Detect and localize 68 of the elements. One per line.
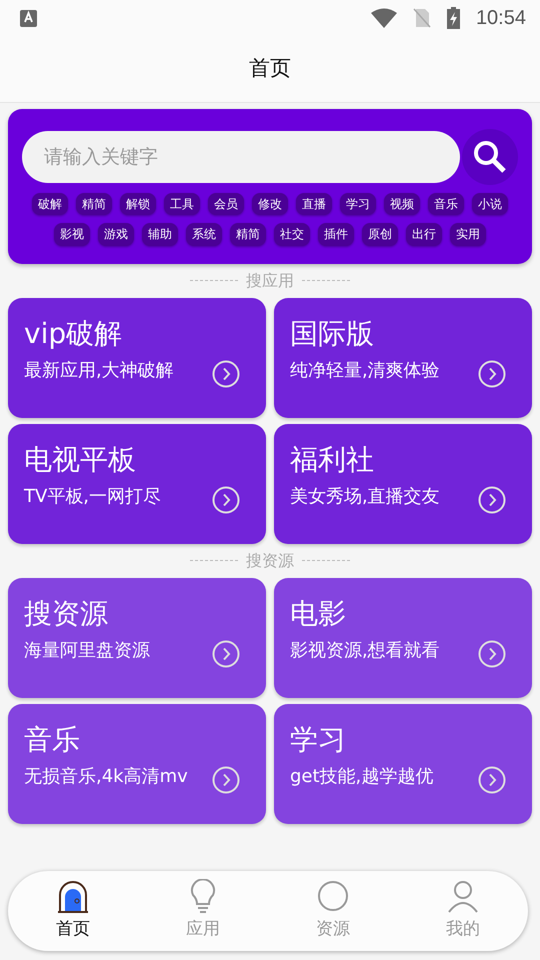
tag-chip[interactable]: 音乐 [428, 193, 464, 216]
tag-chip[interactable]: 社交 [274, 223, 310, 246]
card-title: 搜资源 [24, 596, 109, 632]
search-icon [473, 140, 507, 174]
chevron-circle-icon [212, 766, 240, 794]
chevron-circle-icon [478, 360, 506, 388]
card-subtitle: 纯净轻量,清爽体验 [290, 360, 441, 382]
tag-chip[interactable]: 辅助 [142, 223, 178, 246]
chevron-circle-icon [478, 486, 506, 514]
card-title: 学习 [290, 722, 347, 758]
card-subtitle: get技能,越学越优 [290, 766, 434, 788]
door-icon [56, 879, 90, 913]
section-heading: 搜应用 [246, 270, 294, 292]
chevron-circle-icon [212, 640, 240, 668]
card-subtitle: 最新应用,大神破解 [24, 360, 175, 382]
card-title: 音乐 [24, 722, 81, 758]
nav-tab[interactable]: 首页 [8, 871, 138, 951]
section-heading: 搜资源 [246, 550, 294, 572]
card-subtitle: TV平板,一网打尽 [24, 486, 162, 508]
card-subtitle: 无损音乐,4k高清mv [24, 766, 189, 788]
tag-chip[interactable]: 影视 [54, 223, 90, 246]
tag-chip[interactable]: 破解 [32, 193, 68, 216]
tag-chip[interactable]: 直播 [296, 193, 332, 216]
card-subtitle: 海量阿里盘资源 [24, 640, 151, 662]
category-card[interactable]: 福利社 美女秀场,直播交友 [274, 424, 532, 544]
category-card[interactable]: 国际版 纯净轻量,清爽体验 [274, 298, 532, 418]
tag-chip[interactable]: 实用 [450, 223, 486, 246]
card-title: 电影 [290, 596, 347, 632]
keyboard-icon [20, 10, 37, 26]
tag-chip[interactable]: 精简 [230, 223, 266, 246]
page-title: 首页 [249, 55, 291, 82]
category-card[interactable]: 电影 影视资源,想看就看 [274, 578, 532, 698]
tag-chip[interactable]: 插件 [318, 223, 354, 246]
chevron-circle-icon [478, 640, 506, 668]
chevron-circle-icon [478, 766, 506, 794]
user-icon [447, 879, 479, 913]
tag-chip[interactable]: 解锁 [120, 193, 156, 216]
card-title: 电视平板 [24, 442, 137, 478]
tag-chip[interactable]: 原创 [362, 223, 398, 246]
card-subtitle: 美女秀场,直播交友 [290, 486, 441, 508]
category-card[interactable]: 音乐 无损音乐,4k高清mv [8, 704, 266, 824]
tag-chip[interactable]: 精简 [76, 193, 112, 216]
card-title: 国际版 [290, 316, 375, 352]
tag-chip[interactable]: 学习 [340, 193, 376, 216]
card-subtitle: 影视资源,想看就看 [290, 640, 441, 662]
search-field[interactable]: 请输入关键字 [22, 131, 460, 183]
card-title: 福利社 [290, 442, 375, 478]
circle-icon [317, 879, 349, 913]
tag-chip[interactable]: 视频 [384, 193, 420, 216]
tag-chip[interactable]: 系统 [186, 223, 222, 246]
tag-chip[interactable]: 小说 [472, 193, 508, 216]
category-card[interactable]: 电视平板 TV平板,一网打尽 [8, 424, 266, 544]
wifi-icon [370, 8, 397, 28]
chevron-circle-icon [212, 360, 240, 388]
tag-chip[interactable]: 工具 [164, 193, 200, 216]
tag-chip[interactable]: 修改 [252, 193, 288, 216]
tag-chip[interactable]: 游戏 [98, 223, 134, 246]
lightbulb-icon [188, 879, 218, 913]
clock-time: 10:54 [476, 6, 526, 31]
category-card[interactable]: vip破解 最新应用,大神破解 [8, 298, 266, 418]
category-card[interactable]: 搜资源 海量阿里盘资源 [8, 578, 266, 698]
card-title: vip破解 [24, 316, 124, 352]
no-sim-icon [412, 8, 431, 28]
tag-chip[interactable]: 出行 [406, 223, 442, 246]
category-card[interactable]: 学习 get技能,越学越优 [274, 704, 532, 824]
tag-chip[interactable]: 会员 [208, 193, 244, 216]
battery-charging-icon [446, 7, 460, 29]
chevron-circle-icon [212, 486, 240, 514]
